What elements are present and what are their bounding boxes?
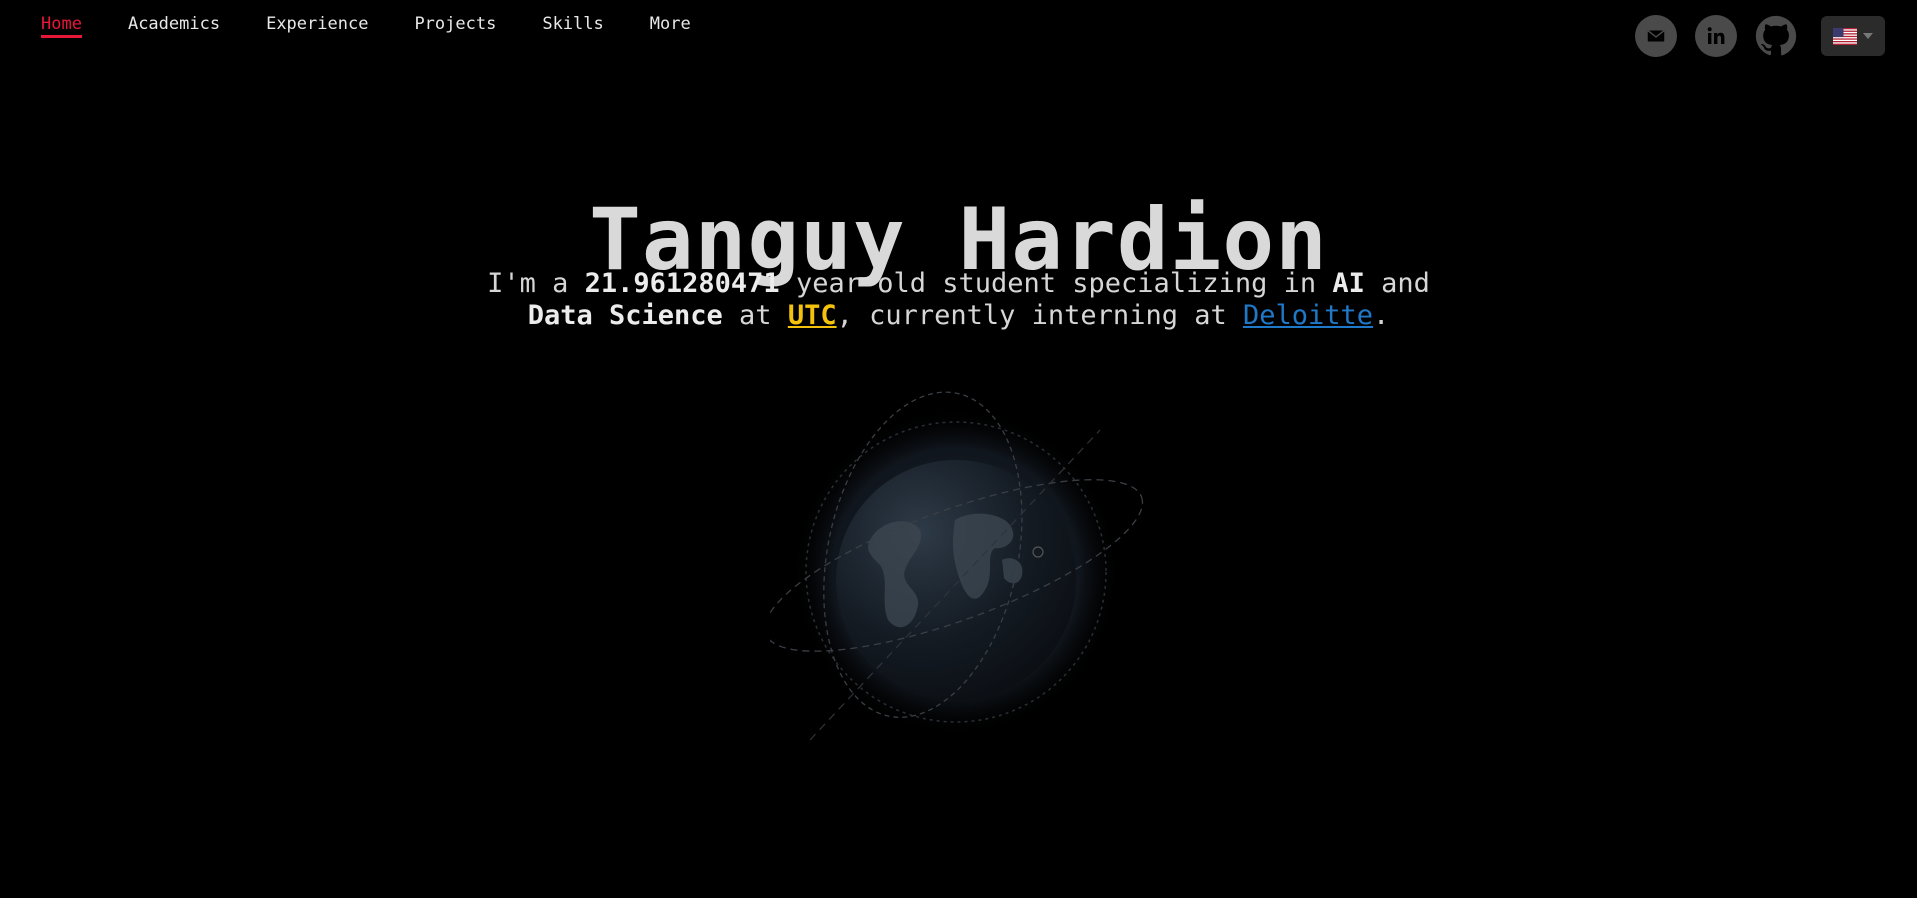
age-value: 21.961280471 [584,268,780,299]
main-nav: Home Academics Experience Projects Skill… [41,14,691,38]
tagline-text: , currently interning at [836,300,1243,331]
tagline-text: I'm a [487,268,585,299]
nav-more[interactable]: More [650,14,691,38]
globe-icon [764,391,1144,741]
linkedin-icon [1707,27,1725,44]
nav-skills[interactable]: Skills [542,14,603,38]
tagline-text: at [722,300,788,331]
field-ai: AI [1332,268,1365,299]
github-button[interactable] [1755,15,1797,57]
social-links [1635,15,1885,57]
chevron-down-icon [1863,33,1873,39]
tagline-text: . [1373,300,1390,331]
page: Home Academics Experience Projects Skill… [0,0,1917,898]
nav-projects[interactable]: Projects [414,14,496,38]
tagline: I'm a 21.961280471 year-old student spec… [0,268,1917,332]
globe-illustration [764,380,1150,750]
tagline-text: and [1364,268,1430,299]
deloitte-link[interactable]: Deloitte [1243,300,1373,331]
linkedin-button[interactable] [1695,15,1737,57]
field-data-science: Data Science [527,300,723,331]
us-flag-icon [1833,27,1857,45]
tagline-text: year-old student specializing in [779,268,1333,299]
github-icon [1755,15,1797,56]
nav-academics[interactable]: Academics [128,14,220,38]
nav-home[interactable]: Home [41,14,82,38]
mail-icon [1647,29,1665,42]
nav-experience[interactable]: Experience [266,14,368,38]
utc-link[interactable]: UTC [788,300,837,331]
mail-button[interactable] [1635,15,1677,57]
language-selector[interactable] [1821,16,1885,56]
